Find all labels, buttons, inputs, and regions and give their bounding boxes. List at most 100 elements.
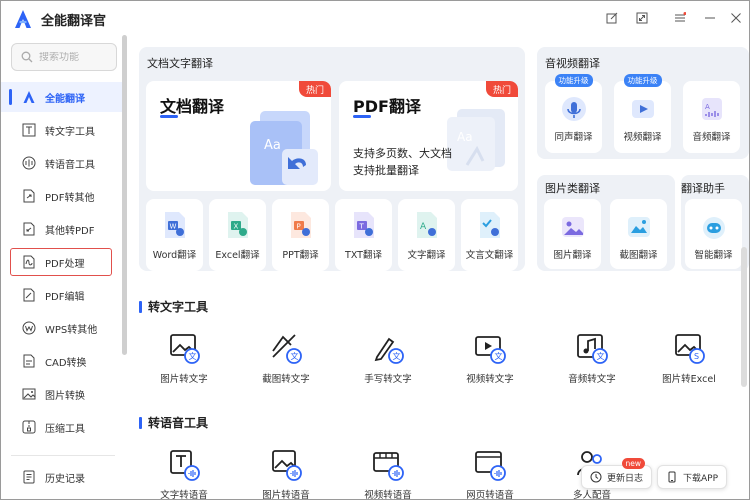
wps-icon bbox=[21, 320, 37, 336]
pdf-edit-icon bbox=[21, 287, 37, 303]
tool-excel-translate[interactable]: X Excel翻译 bbox=[209, 199, 266, 271]
section-label: 转语音工具 bbox=[148, 416, 209, 430]
sidebar-item-label: 图片转换 bbox=[45, 390, 85, 402]
handwriting-to-text-icon: 文 bbox=[374, 337, 404, 364]
video-to-voice-icon bbox=[373, 452, 404, 481]
sidebar: 全能翻译 转文字工具 转语音工具 PDF转其他 其他转PDF PDF处理 PDF… bbox=[1, 35, 123, 499]
text-t-icon bbox=[21, 122, 37, 138]
feature-screenshot-to-text[interactable]: 文 截图转文字 bbox=[241, 331, 331, 385]
search-box[interactable] bbox=[11, 43, 117, 71]
sidebar-item-label: 转语音工具 bbox=[45, 159, 95, 171]
hamburger-menu-icon bbox=[675, 12, 686, 22]
ppt-doc-icon: P bbox=[290, 212, 311, 238]
sidebar-item-compress-tools[interactable]: 压缩工具 bbox=[1, 412, 123, 442]
feature-web-to-voice[interactable]: 网页转语音 bbox=[445, 447, 535, 500]
svg-text:Aa: Aa bbox=[457, 130, 473, 144]
tool-label: TXT翻译 bbox=[345, 250, 382, 261]
svg-text:文: 文 bbox=[189, 351, 197, 361]
feature-image-to-excel[interactable]: S 图片转Excel bbox=[644, 331, 734, 385]
download-label: 下载APP bbox=[683, 473, 719, 484]
feature-image-to-voice[interactable]: 图片转语音 bbox=[241, 447, 331, 499]
main-content: 文档文字翻译 文档翻译 热门 Aa PDF翻译 热门 Aa 支持多页数、大文档 … bbox=[129, 35, 749, 500]
media-audio-translate[interactable]: A 音频翻译 bbox=[683, 81, 740, 153]
svg-text:A: A bbox=[420, 222, 427, 232]
card-title: PDF翻译 bbox=[353, 97, 421, 116]
document-illustration-icon: Aa bbox=[250, 111, 318, 185]
hot-badge: 热门 bbox=[299, 81, 331, 97]
svg-text:W: W bbox=[169, 223, 176, 231]
pdf-process-icon bbox=[21, 254, 37, 270]
image-translate-panel: 图片类翻译 图片翻译 截图翻译 bbox=[537, 175, 675, 271]
sidebar-item-wps-to-other[interactable]: WPS转其他 bbox=[1, 313, 123, 343]
fullscreen-button[interactable] bbox=[633, 9, 651, 27]
download-app-button[interactable]: 下载APP bbox=[657, 465, 728, 489]
doc-translate-panel: 文档文字翻译 文档翻译 热门 Aa PDF翻译 热门 Aa 支持多页数、大文档 … bbox=[139, 47, 525, 271]
sidebar-item-text-tools[interactable]: 转文字工具 bbox=[1, 115, 123, 145]
sidebar-item-all-translate[interactable]: 全能翻译 bbox=[1, 82, 123, 112]
robot-icon bbox=[702, 217, 725, 239]
tool-ppt-translate[interactable]: P PPT翻译 bbox=[272, 199, 329, 271]
feature-label: 文字转语音 bbox=[160, 490, 208, 500]
sidebar-item-image-convert[interactable]: 图片转换 bbox=[1, 379, 123, 409]
minimize-button[interactable] bbox=[701, 9, 719, 27]
av-translate-panel: 音视频翻译 功能升级 同声翻译 功能升级 视频翻译 A 音频翻译 bbox=[537, 47, 749, 159]
feature-video-to-voice[interactable]: 视频转语音 bbox=[343, 447, 433, 499]
sidebar-scrollbar[interactable] bbox=[122, 35, 127, 355]
media-screenshot-translate[interactable]: 截图翻译 bbox=[610, 199, 667, 269]
section-accent-bar bbox=[139, 300, 142, 313]
media-video-translate[interactable]: 功能升级 视频翻译 bbox=[614, 74, 671, 153]
edit-icon bbox=[606, 12, 618, 24]
image-convert-icon bbox=[21, 386, 37, 402]
main-scrollbar[interactable] bbox=[741, 247, 747, 387]
feedback-button[interactable] bbox=[603, 9, 621, 27]
changelog-button[interactable]: new 更新日志 bbox=[581, 458, 653, 489]
sidebar-item-voice-tools[interactable]: 转语音工具 bbox=[1, 148, 123, 178]
media-label: 智能翻译 bbox=[694, 250, 733, 261]
home-a-icon bbox=[21, 89, 37, 105]
section-label: 转文字工具 bbox=[148, 300, 209, 314]
sidebar-item-pdf-to-other[interactable]: PDF转其他 bbox=[1, 181, 123, 211]
tool-classical-translate[interactable]: 文言文翻译 bbox=[461, 199, 518, 271]
tool-word-translate[interactable]: W Word翻译 bbox=[146, 199, 203, 271]
svg-text:A: A bbox=[705, 103, 710, 111]
feature-video-to-text[interactable]: 文 视频转文字 bbox=[445, 331, 535, 385]
menu-button[interactable] bbox=[671, 9, 689, 27]
feature-label: 网页转语音 bbox=[466, 490, 514, 500]
media-image-translate[interactable]: 图片翻译 bbox=[544, 199, 601, 269]
section-title: 转文字工具 bbox=[139, 298, 208, 315]
media-smart-translate[interactable]: 智能翻译 bbox=[685, 199, 742, 269]
search-input[interactable] bbox=[39, 51, 109, 63]
svg-text:文: 文 bbox=[393, 351, 401, 361]
pdf-translate-card[interactable]: PDF翻译 热门 Aa 支持多页数、大文档 支持批量翻译 bbox=[339, 81, 518, 191]
upgrade-badge: 功能升级 bbox=[623, 74, 662, 87]
doc-translate-card[interactable]: 文档翻译 热门 Aa bbox=[146, 81, 331, 191]
sidebar-item-cad-convert[interactable]: CAD转换 bbox=[1, 346, 123, 376]
tool-text-translate[interactable]: A 文字翻译 bbox=[398, 199, 455, 271]
feature-audio-to-text[interactable]: 文 音频转文字 bbox=[547, 331, 637, 385]
web-to-voice-icon bbox=[475, 451, 506, 481]
feature-handwriting-to-text[interactable]: 文 手写转文字 bbox=[343, 331, 433, 385]
sidebar-item-label: 其他转PDF bbox=[45, 225, 95, 237]
media-simultaneous-translate[interactable]: 功能升级 同声翻译 bbox=[545, 74, 602, 153]
classical-doc-icon bbox=[479, 212, 500, 238]
sidebar-item-label: 压缩工具 bbox=[45, 423, 85, 435]
feature-label: 视频转文字 bbox=[466, 374, 514, 385]
sidebar-item-other-to-pdf[interactable]: 其他转PDF bbox=[1, 214, 123, 244]
tool-txt-translate[interactable]: T TXT翻译 bbox=[335, 199, 392, 271]
close-button[interactable] bbox=[727, 9, 745, 27]
pdf-desc-line1: 支持多页数、大文档 bbox=[353, 147, 452, 160]
app-window: 全能翻译官 全能翻译 转文字工具 bbox=[0, 0, 750, 500]
sidebar-item-pdf-edit[interactable]: PDF编辑 bbox=[1, 280, 123, 310]
feature-image-to-text[interactable]: 文 图片转文字 bbox=[139, 331, 229, 385]
image-to-voice-icon bbox=[272, 450, 302, 481]
media-label: 截图翻译 bbox=[619, 250, 658, 261]
audio-to-text-icon: 文 bbox=[577, 334, 608, 364]
sidebar-item-label: PDF处理 bbox=[45, 258, 85, 270]
sidebar-item-label: PDF编辑 bbox=[45, 291, 85, 303]
pdf-import-icon bbox=[21, 221, 37, 237]
sidebar-item-pdf-process[interactable]: PDF处理 bbox=[9, 247, 113, 277]
feature-text-to-voice[interactable]: 文字转语音 bbox=[139, 447, 229, 500]
screenshot-icon bbox=[627, 217, 650, 237]
sidebar-item-history[interactable]: 历史记录 bbox=[1, 462, 123, 492]
text-doc-icon: A bbox=[416, 212, 437, 238]
